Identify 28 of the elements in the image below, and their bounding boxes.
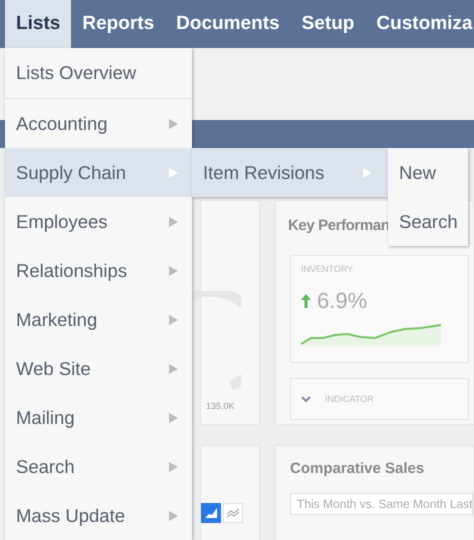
kpi-value: 6.9% bbox=[317, 288, 368, 314]
menu-item[interactable]: Supply Chain bbox=[5, 148, 192, 197]
nav-tab[interactable]: Setup bbox=[290, 0, 366, 48]
menu-item[interactable]: Mass Update bbox=[5, 491, 192, 540]
gauge-value: 135.0K bbox=[206, 401, 235, 411]
chevron-down-icon bbox=[301, 396, 311, 402]
nav-tab[interactable]: Lists bbox=[5, 0, 72, 48]
menu-item[interactable]: Search bbox=[388, 197, 468, 246]
indicator-label: INDICATOR bbox=[325, 394, 374, 404]
card-title: Key Performan bbox=[288, 217, 390, 234]
nav-tab[interactable]: Reports bbox=[71, 0, 166, 48]
menu-item[interactable]: Marketing bbox=[5, 295, 192, 344]
kpi-label: INVENTORY bbox=[301, 264, 354, 274]
menu-item[interactable]: Employees bbox=[5, 197, 192, 246]
nav-tab[interactable]: Documents bbox=[165, 0, 291, 48]
area-chart-icon bbox=[205, 508, 217, 518]
menu-item[interactable]: Accounting bbox=[5, 99, 192, 148]
menu-item[interactable]: Search bbox=[5, 442, 192, 491]
line-chart-icon bbox=[227, 508, 239, 518]
chart-type-toggle[interactable] bbox=[201, 503, 221, 523]
menu-item[interactable]: New bbox=[388, 148, 468, 197]
card-title: Comparative Sales bbox=[289, 459, 426, 477]
menu-item[interactable]: Web Site bbox=[5, 344, 192, 393]
menu-item[interactable]: Relationships bbox=[5, 246, 192, 295]
up-arrow-icon bbox=[301, 294, 311, 308]
menu-item[interactable]: Mailing bbox=[5, 393, 192, 442]
nav-tab[interactable]: Customiza bbox=[365, 0, 474, 48]
menu-item[interactable]: Item Revisions bbox=[192, 148, 388, 197]
